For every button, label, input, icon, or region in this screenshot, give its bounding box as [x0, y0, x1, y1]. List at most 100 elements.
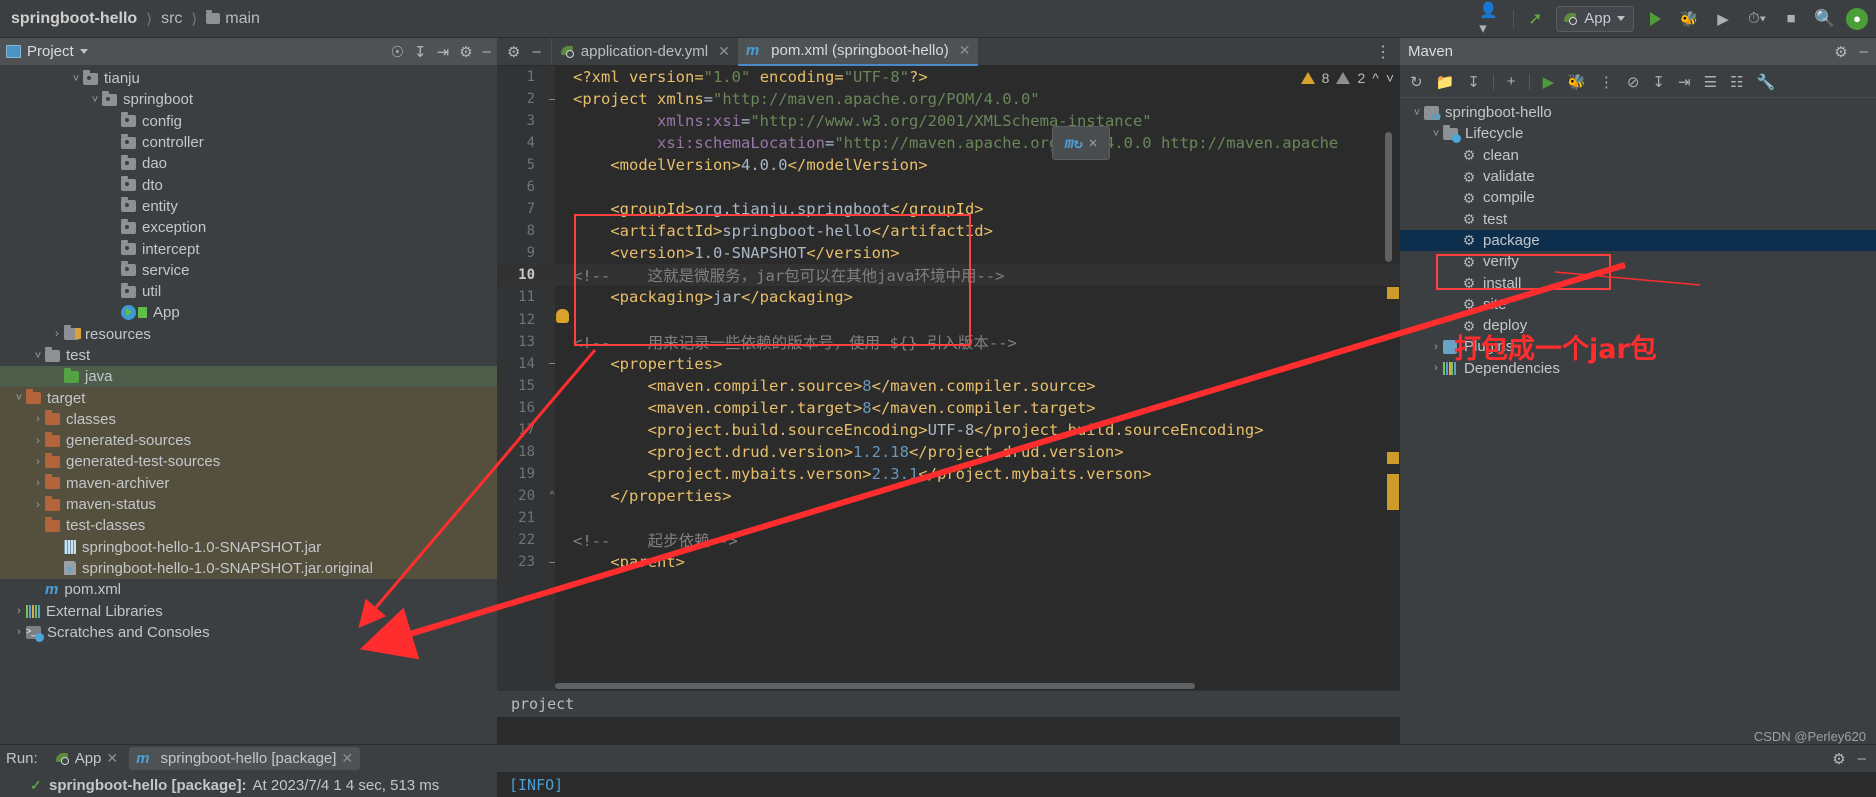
close-icon[interactable]: ✕ [718, 43, 730, 60]
expand-arrow-icon[interactable]: › [31, 499, 45, 511]
settings-icon[interactable]: 🔧 [1756, 73, 1775, 91]
inspection-summary[interactable]: 8 2 ^ ˅ [1300, 70, 1394, 86]
tree-item-generated-sources[interactable]: › generated-sources [0, 430, 497, 452]
maven-item-site[interactable]: ›⚙site [1400, 294, 1876, 315]
expand-arrow-icon[interactable]: › [12, 605, 26, 617]
close-icon[interactable]: ✕ [1089, 135, 1097, 151]
tree-item-util[interactable]: ›util [0, 281, 497, 302]
collapse-arrow-icon[interactable]: ˅ [31, 350, 45, 362]
expand-arrow-icon[interactable]: › [1429, 341, 1443, 353]
fold-marker-icon[interactable]: − [541, 93, 563, 106]
tree-item-springboot[interactable]: ˅ springboot [0, 89, 497, 110]
tree-item-test[interactable]: ˅ test [0, 345, 497, 366]
add-module-icon[interactable]: 📁 [1436, 73, 1455, 91]
hide-panel-icon[interactable]: ‒ [532, 43, 540, 60]
collapse-arrow-icon[interactable]: ˅ [1410, 107, 1424, 119]
chevron-down-icon[interactable] [79, 49, 88, 54]
prev-problem-icon[interactable]: ^ [1372, 70, 1379, 86]
tree-item-classes[interactable]: › classes [0, 408, 497, 431]
stop-icon[interactable]: ■ [1778, 6, 1804, 32]
run-tab-package[interactable]: m springboot-hello [package] ✕ [129, 747, 361, 770]
debug-icon[interactable]: 🐝 [1676, 6, 1702, 32]
run-coverage-icon[interactable]: ▶ [1710, 6, 1736, 32]
tree-item-entity[interactable]: ›entity [0, 196, 497, 217]
collapse-arrow-icon[interactable]: ˅ [69, 73, 83, 85]
hammer-icon[interactable]: ➚ [1522, 6, 1548, 32]
fold-marker-icon[interactable]: − [541, 556, 563, 569]
expand-arrow-icon[interactable]: › [1429, 362, 1443, 374]
tree-item-intercept[interactable]: ›intercept [0, 238, 497, 259]
tree-item-app[interactable]: ›App [0, 302, 497, 323]
tree-item-maven-status[interactable]: › maven-status [0, 493, 497, 516]
tree-item-springboot-hello-1-0-snapshot-jar[interactable]: ›springboot-hello-1.0-SNAPSHOT.jar [0, 536, 497, 558]
tree-item-exception[interactable]: ›exception [0, 217, 497, 238]
maven-item-install[interactable]: ›⚙install [1400, 272, 1876, 293]
tree-item-pom-xml[interactable]: ›mpom.xml [0, 579, 497, 600]
tree-item-dto[interactable]: ›dto [0, 174, 497, 195]
breadcrumb-item-project[interactable]: springboot-hello [6, 8, 142, 30]
maven-item-springboot-hello[interactable]: ˅ springboot-hello [1400, 102, 1876, 123]
tree-item-controller[interactable]: ›controller [0, 132, 497, 153]
maven-item-test[interactable]: ›⚙test [1400, 208, 1876, 229]
fold-marker-icon[interactable]: − [541, 357, 563, 370]
search-icon[interactable]: 🔍 [1812, 6, 1838, 32]
run-icon[interactable] [1642, 6, 1668, 32]
code-editor[interactable]: 1 <?xml version="1.0" encoding="UTF-8"?> 2… [497, 66, 1400, 717]
expand-arrow-icon[interactable]: › [50, 328, 64, 340]
intention-bulb-icon[interactable] [556, 309, 569, 323]
debug-icon[interactable]: 🐝 [1567, 73, 1586, 91]
close-icon[interactable]: ✕ [341, 750, 353, 767]
hide-panel-icon[interactable]: ‒ [483, 43, 491, 60]
settings-gear-icon[interactable]: ⚙ [1832, 750, 1845, 768]
settings-gear-icon[interactable]: ⚙ [459, 43, 472, 61]
run-tab-app[interactable]: App ✕ [48, 747, 125, 770]
locate-icon[interactable]: ☉ [391, 43, 404, 61]
fold-marker-icon[interactable]: ⌃ [541, 489, 563, 502]
editor-scrollbar[interactable] [1385, 132, 1392, 262]
tree-item-generated-test-sources[interactable]: › generated-test-sources [0, 451, 497, 473]
expand-all-icon[interactable]: ↧ [414, 43, 427, 61]
reload-icon[interactable]: ↻ [1410, 73, 1423, 91]
maven-item-clean[interactable]: ›⚙clean [1400, 145, 1876, 166]
expand-arrow-icon[interactable]: › [31, 456, 45, 468]
hide-panel-icon[interactable]: ‒ [1858, 750, 1866, 768]
collapse-arrow-icon[interactable]: ˅ [1429, 128, 1443, 140]
maven-item-verify[interactable]: ›⚙verify [1400, 251, 1876, 272]
tree-item-target[interactable]: ˅ target [0, 387, 497, 409]
tree-item-test-classes[interactable]: ›test-classes [0, 515, 497, 537]
tree-item-config[interactable]: ›config [0, 111, 497, 132]
account-avatar[interactable]: ● [1846, 7, 1868, 30]
collapse-all-icon[interactable]: ⇥ [1678, 73, 1691, 91]
close-icon[interactable]: ✕ [959, 42, 971, 59]
maven-reload-icon[interactable]: m↻ [1065, 134, 1083, 152]
profile-icon[interactable]: 👤▾ [1479, 2, 1505, 37]
tree-item-resources[interactable]: › resources [0, 324, 497, 345]
collapse-all-icon[interactable]: ⇥ [437, 43, 450, 61]
project-tree[interactable]: ˅tianju˅springboot›config›controller›dao… [0, 66, 497, 744]
skip-tests-icon[interactable]: ⋮ [1599, 73, 1614, 91]
tab-pom-xml[interactable]: m pom.xml (springboot-hello) ✕ [737, 37, 979, 66]
editor-hscrollbar[interactable] [555, 683, 1195, 689]
expand-arrow-icon[interactable]: › [31, 435, 45, 447]
more-options-icon[interactable]: ⋮ [1375, 42, 1400, 62]
tree-item-service[interactable]: ›service [0, 260, 497, 281]
toggle-offline-icon[interactable]: ⊘ [1627, 73, 1640, 91]
run-console[interactable]: [INFO] [497, 772, 1876, 797]
tree-item-springboot-hello-1-0-snapshot-jar-original[interactable]: ›springboot-hello-1.0-SNAPSHOT.jar.origi… [0, 557, 497, 580]
add-icon[interactable]: + [1507, 73, 1516, 90]
maven-reload-popup[interactable]: m↻ ✕ [1052, 126, 1110, 160]
collapse-arrow-icon[interactable]: ˅ [12, 392, 26, 404]
tree-item-maven-archiver[interactable]: › maven-archiver [0, 472, 497, 494]
show-dependencies-icon[interactable]: ☷ [1730, 73, 1743, 91]
tab-application-dev-yml[interactable]: application-dev.yml ✕ [552, 38, 738, 66]
breadcrumb-item-src[interactable]: src [156, 8, 187, 30]
settings-gear-icon[interactable]: ⚙ [1834, 43, 1847, 61]
tree-item-dao[interactable]: ›dao [0, 153, 497, 174]
download-sources-icon[interactable]: ↧ [1467, 73, 1480, 91]
expand-all-icon[interactable]: ↧ [1652, 73, 1665, 91]
settings-gear-icon[interactable]: ⚙ [507, 43, 520, 61]
collapse-arrow-icon[interactable]: ˅ [88, 94, 102, 106]
run-icon[interactable]: ▶ [1543, 73, 1555, 91]
maven-item-lifecycle[interactable]: ˅ Lifecycle [1400, 123, 1876, 144]
expand-arrow-icon[interactable]: › [31, 477, 45, 489]
